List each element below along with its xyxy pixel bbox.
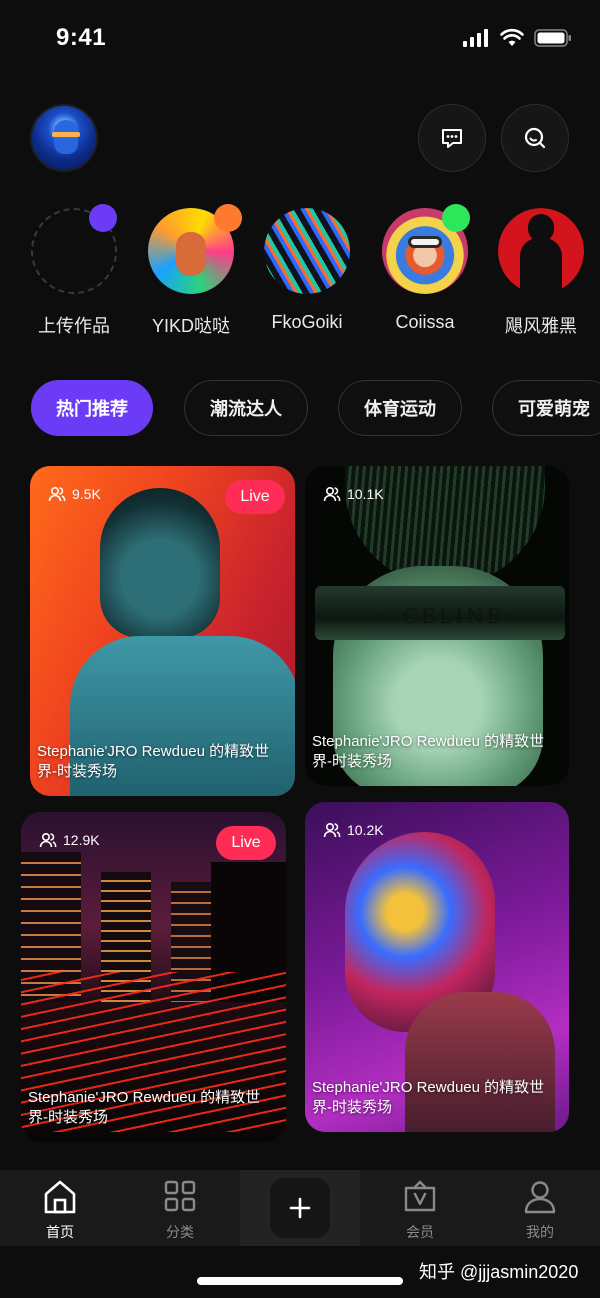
status-bar: 9:41 xyxy=(0,0,600,80)
story-label: Coiissa xyxy=(395,312,455,332)
story-label: FkoGoiki xyxy=(271,312,343,332)
live-badge: Live xyxy=(225,480,285,514)
tab-pets[interactable]: 可爱萌宠 xyxy=(492,380,600,436)
story-item[interactable]: YIKD哒哒 xyxy=(147,204,242,338)
avatar-face xyxy=(54,120,78,154)
story-avatar xyxy=(382,204,470,294)
story-image xyxy=(264,208,350,294)
watermark: 知乎 @jjjasmin2020 xyxy=(419,1262,579,1282)
story-label: 上传作品 xyxy=(38,316,110,336)
message-icon xyxy=(442,129,462,148)
story-badge-dot xyxy=(89,204,117,232)
tab-trend[interactable]: 潮流达人 xyxy=(184,380,308,436)
tab-category-label: 分类 xyxy=(166,1224,194,1240)
user-avatar[interactable] xyxy=(30,104,98,172)
status-time: 9:41 xyxy=(56,24,107,51)
story-figure xyxy=(176,232,206,276)
tab-home[interactable]: 首页 xyxy=(0,1170,120,1246)
viewers-icon xyxy=(39,832,57,848)
story-avatar xyxy=(498,208,584,294)
viewers-icon xyxy=(48,486,66,502)
feed-card[interactable]: CELINE 10.1K Stephanie'JRO Rewdueu 的精致世界… xyxy=(305,466,569,786)
story-label: 飓风雅黑 xyxy=(505,316,577,336)
bottom-tab-bar: 首页 分类 会员 我的 xyxy=(0,1170,600,1246)
card-caption: Stephanie'JRO Rewdueu 的精致世界-时装秀场 xyxy=(28,1089,261,1126)
feed-card[interactable]: 12.9K Live Stephanie'JRO Rewdueu 的精致世界-时… xyxy=(21,812,286,1142)
status-icons xyxy=(462,28,572,48)
story-label: YIKD哒哒 xyxy=(151,316,230,336)
tab-mine-label: 我的 xyxy=(526,1224,554,1240)
home-icon xyxy=(44,1180,76,1214)
viewer-count: 9.5K xyxy=(48,486,101,502)
search-icon xyxy=(524,127,546,149)
tab-member[interactable]: 会员 xyxy=(360,1170,480,1246)
feed-card[interactable]: 9.5K Live Stephanie'JRO Rewdueu 的精致世界-时装… xyxy=(30,466,295,796)
home-indicator[interactable] xyxy=(197,1277,403,1285)
tab-sports[interactable]: 体育运动 xyxy=(338,380,462,436)
search-button[interactable] xyxy=(501,104,569,172)
live-badge: Live xyxy=(216,826,276,860)
story-item[interactable]: Coiissa xyxy=(381,204,470,333)
member-bag-icon xyxy=(404,1180,436,1212)
viewer-count-text: 12.9K xyxy=(63,832,100,848)
user-icon xyxy=(524,1181,556,1214)
add-button[interactable] xyxy=(270,1178,330,1238)
viewer-count: 10.2K xyxy=(323,822,384,838)
battery-icon xyxy=(534,29,571,47)
card-caption: Stephanie'JRO Rewdueu 的精致世界-时装秀场 xyxy=(312,1079,545,1116)
tab-add[interactable] xyxy=(240,1170,360,1246)
wifi-icon xyxy=(500,28,524,46)
plus-icon xyxy=(289,1197,311,1219)
card-figure-head xyxy=(100,488,220,638)
viewers-icon xyxy=(323,822,341,838)
upload-circle[interactable] xyxy=(31,204,117,294)
viewer-count-text: 9.5K xyxy=(72,486,101,502)
feed-card[interactable]: 10.2K Stephanie'JRO Rewdueu 的精致世界-时装秀场 xyxy=(305,802,569,1132)
message-button[interactable] xyxy=(418,104,486,172)
tab-mine[interactable]: 我的 xyxy=(480,1170,600,1246)
tab-category[interactable]: 分类 xyxy=(120,1170,240,1246)
viewer-count: 12.9K xyxy=(39,832,100,848)
story-badge-dot xyxy=(442,204,470,232)
tab-home-label: 首页 xyxy=(46,1224,74,1240)
viewer-count: 10.1K xyxy=(323,486,384,502)
card-visor-brand: CELINE xyxy=(403,604,505,628)
story-upload[interactable]: 上传作品 xyxy=(30,204,118,338)
signal-icon xyxy=(463,29,488,47)
story-avatar xyxy=(264,208,350,294)
tab-member-label: 会员 xyxy=(406,1224,434,1240)
avatar-glasses xyxy=(52,132,80,137)
story-item[interactable]: 飓风雅黑 xyxy=(497,208,585,338)
story-badge-dot xyxy=(214,204,242,232)
grid-icon xyxy=(164,1180,196,1212)
card-caption: Stephanie'JRO Rewdueu 的精致世界-时装秀场 xyxy=(37,743,270,780)
story-item[interactable]: FkoGoiki xyxy=(263,208,351,333)
viewer-count-text: 10.2K xyxy=(347,822,384,838)
story-avatar xyxy=(148,204,242,294)
viewer-count-text: 10.1K xyxy=(347,486,384,502)
tab-hot[interactable]: 热门推荐 xyxy=(31,380,153,436)
story-glasses xyxy=(408,236,442,248)
card-caption: Stephanie'JRO Rewdueu 的精致世界-时装秀场 xyxy=(312,733,545,770)
viewers-icon xyxy=(323,486,341,502)
story-figure-body xyxy=(520,238,562,294)
